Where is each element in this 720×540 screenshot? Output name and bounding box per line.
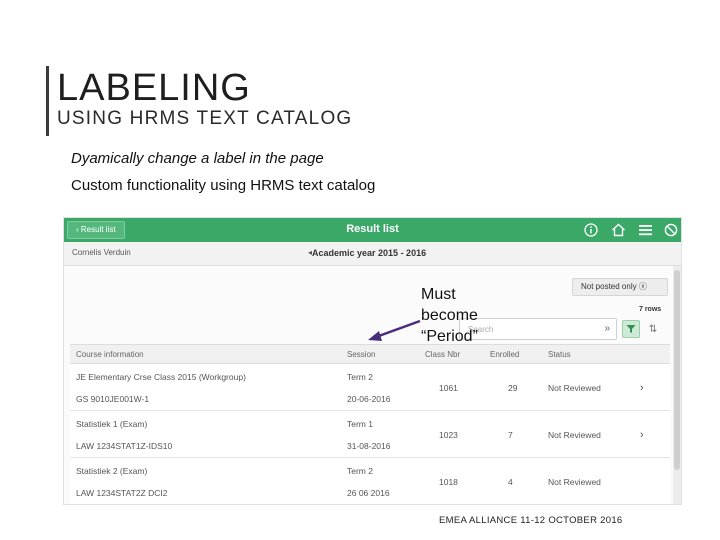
session-date: 26 06 2016 bbox=[347, 488, 390, 498]
session-term: Term 2 bbox=[347, 372, 373, 382]
app-header: ‹ Result list Result list bbox=[64, 218, 681, 242]
callout-line: become bbox=[421, 307, 478, 324]
course-name: Statistiek 1 (Exam) bbox=[76, 419, 148, 429]
chevron-right-icon[interactable]: › bbox=[640, 429, 644, 441]
session-date: 20-06-2016 bbox=[347, 394, 391, 404]
session-date: 31-08-2016 bbox=[347, 441, 391, 451]
course-code: GS 9010JE001W-1 bbox=[76, 394, 150, 404]
filter-button[interactable] bbox=[622, 320, 640, 338]
description-line-2: Custom functionality using HRMS text cat… bbox=[71, 177, 376, 194]
enrolled-count: 4 bbox=[508, 477, 513, 487]
description-line-1: Dyamically change a label in the page bbox=[71, 150, 324, 167]
search-input[interactable]: Search » bbox=[459, 318, 617, 340]
enrolled-count: 29 bbox=[508, 383, 518, 393]
course-code: LAW 1234STAT1Z-IDS10 bbox=[76, 441, 173, 451]
table-row[interactable]: Statistiek 1 (Exam) LAW 1234STAT1Z-IDS10… bbox=[70, 411, 670, 458]
person-name: Cornelis Verduin bbox=[72, 248, 131, 257]
callout-line: “Period” bbox=[421, 328, 478, 345]
table-header: Course information Session Class Nbr Enr… bbox=[70, 344, 670, 364]
slide-subtitle: USING HRMS TEXT CATALOG bbox=[57, 108, 353, 129]
class-nbr: 1023 bbox=[439, 430, 458, 440]
close-circle-icon[interactable]: ⓧ bbox=[639, 282, 647, 291]
chevron-right-icon[interactable]: › bbox=[640, 382, 644, 394]
scrollbar-thumb[interactable] bbox=[674, 270, 680, 470]
slide-title: LABELING bbox=[57, 67, 251, 109]
sort-button[interactable]: ⇅ bbox=[645, 320, 661, 338]
column-header-course[interactable]: Course information bbox=[76, 350, 144, 359]
class-nbr: 1061 bbox=[439, 383, 458, 393]
table-row[interactable]: JE Elementary Crse Class 2015 (Workgroup… bbox=[70, 364, 670, 411]
accent-bar bbox=[46, 66, 49, 136]
results-table: Course information Session Class Nbr Enr… bbox=[70, 344, 670, 504]
table-row[interactable]: Statistiek 2 (Exam) LAW 1234STAT2Z DCI2 … bbox=[70, 458, 670, 504]
search-go-icon[interactable]: » bbox=[604, 323, 610, 334]
enrolled-count: 7 bbox=[508, 430, 513, 440]
status-text: Not Reviewed bbox=[548, 477, 601, 487]
callout-line: Must bbox=[421, 286, 456, 303]
not-posted-only-toggle[interactable]: Not posted only ⓧ bbox=[572, 278, 668, 296]
status-text: Not Reviewed bbox=[548, 383, 601, 393]
footer-text: EMEA ALLIANCE 11-12 OCTOBER 2016 bbox=[439, 515, 623, 526]
block-icon[interactable] bbox=[662, 221, 680, 239]
filter-icon bbox=[626, 325, 636, 333]
column-header-status[interactable]: Status bbox=[548, 350, 571, 359]
not-posted-only-label: Not posted only bbox=[581, 282, 637, 291]
course-code: LAW 1234STAT2Z DCI2 bbox=[76, 488, 168, 498]
info-icon[interactable] bbox=[582, 221, 600, 239]
sort-icon: ⇅ bbox=[648, 323, 658, 335]
menu-icon[interactable] bbox=[636, 221, 654, 239]
session-term: Term 1 bbox=[347, 419, 373, 429]
class-nbr: 1018 bbox=[439, 477, 458, 487]
column-header-session[interactable]: Session bbox=[347, 350, 375, 359]
callout-text: Must become “Period” bbox=[421, 284, 478, 347]
status-text: Not Reviewed bbox=[548, 430, 601, 440]
course-name: Statistiek 2 (Exam) bbox=[76, 466, 148, 476]
home-icon[interactable] bbox=[609, 221, 627, 239]
context-bar: Cornelis Verduin ◂ Academic year 2015 - … bbox=[64, 242, 681, 266]
app-screenshot: ‹ Result list Result list Cornelis Verdu… bbox=[63, 217, 682, 505]
column-header-enrolled[interactable]: Enrolled bbox=[490, 350, 519, 359]
course-name: JE Elementary Crse Class 2015 (Workgroup… bbox=[76, 372, 246, 382]
session-term: Term 2 bbox=[347, 466, 373, 476]
rows-count: 7 rows bbox=[639, 306, 662, 313]
academic-year-label: Academic year 2015 - 2016 bbox=[312, 248, 427, 258]
column-header-class-nbr[interactable]: Class Nbr bbox=[425, 350, 460, 359]
callout-arrow-icon bbox=[368, 319, 421, 341]
